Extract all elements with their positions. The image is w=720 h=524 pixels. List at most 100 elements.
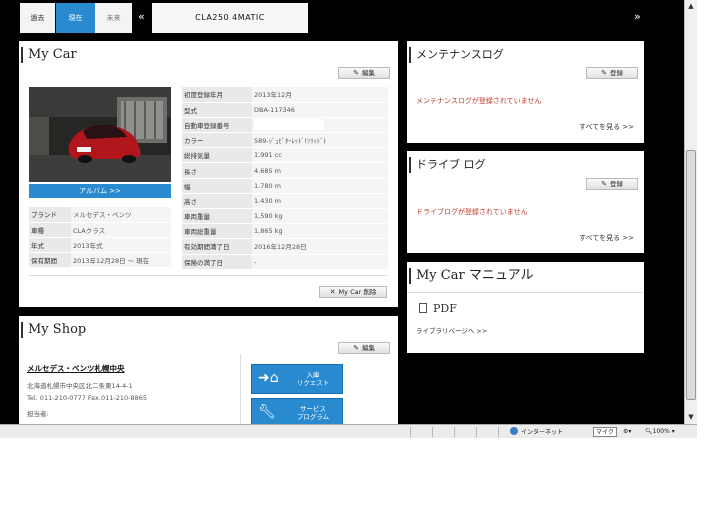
spec-value: 1,991 cc — [252, 147, 388, 164]
spec-label: 長さ — [182, 162, 252, 179]
status-segment — [410, 427, 411, 437]
pdf-link[interactable]: PDF — [419, 302, 457, 315]
service-program-line2: プログラム — [296, 413, 330, 421]
drive-register-button[interactable]: ✎ 登録 — [586, 178, 638, 190]
manual-title: My Car マニュアル — [409, 268, 533, 284]
plate-number-box — [254, 119, 324, 131]
status-segment — [432, 427, 433, 437]
manual-panel: My Car マニュアル PDF ライブラリページへ >> — [407, 262, 644, 353]
maintenance-see-all-link[interactable]: すべてを見る >> — [579, 122, 634, 132]
spec-label: 保険の満了日 — [182, 254, 252, 270]
spec-value: - — [252, 254, 388, 270]
maintenance-register-button[interactable]: ✎ 登録 — [586, 67, 638, 79]
table-row: 長さ 4.685 m — [182, 162, 388, 179]
myshop-edit-button[interactable]: ✎ 編集 — [338, 342, 390, 354]
scroll-down-icon[interactable]: ▼ — [685, 411, 697, 423]
model-label: 車種 — [29, 222, 71, 238]
spec-value: 2013年12月 — [252, 87, 388, 103]
ime-indicator[interactable]: マイク — [593, 427, 617, 437]
document-icon — [419, 303, 427, 313]
spec-label: 初度登録年月 — [182, 87, 252, 103]
table-row: 保険の満了日 - — [182, 254, 388, 270]
pencil-icon: ✎ — [601, 69, 607, 77]
service-program-text: サービス プログラム — [288, 405, 338, 421]
spec-label: 自動車登録番号 — [182, 117, 252, 134]
drive-see-all-link[interactable]: すべてを見る >> — [579, 233, 634, 243]
scroll-up-icon[interactable]: ▲ — [685, 0, 697, 12]
mycar-delete-button[interactable]: ✕ My Car 削除 — [319, 286, 387, 298]
status-segment — [498, 427, 499, 437]
shop-tel: Tel. 011-210-0777 Fax.011-210-8865 — [27, 394, 147, 402]
spec-value: 1,865 kg — [252, 223, 388, 240]
year-label: 年式 — [29, 237, 71, 254]
close-icon: ✕ — [329, 288, 336, 296]
mycar-edit-button[interactable]: ✎ 編集 — [338, 67, 390, 79]
table-row: 車両総重量 1,865 kg — [182, 223, 388, 240]
vertical-scrollbar[interactable]: ▲ ▼ — [684, 0, 697, 424]
plate-number-value — [252, 117, 388, 134]
service-program-button[interactable]: 🔧︎ サービス プログラム — [251, 398, 343, 424]
basic-info-table: ブランド メルセデス・ベンツ 車種 CLAクラス 年式 2013年式 保有期間 … — [29, 207, 171, 269]
library-link[interactable]: ライブラリページへ >> — [416, 325, 487, 335]
shop-divider — [240, 354, 241, 424]
garage-house-icon: ➜⌂ — [258, 370, 279, 386]
pencil-icon: ✎ — [601, 180, 607, 188]
spec-label: カラー — [182, 132, 252, 149]
service-request-line2: リクエスト — [296, 379, 330, 387]
next-car-arrow-icon[interactable]: » — [634, 10, 641, 23]
protected-mode-icon[interactable]: ⚙▾ — [623, 427, 631, 437]
spec-value: DBA-117346 — [252, 102, 388, 118]
table-row: 幅 1.780 m — [182, 178, 388, 194]
table-row: 有効期間満了日 2016年12月28日 — [182, 238, 388, 255]
service-request-button[interactable]: ➜⌂ 入庫 リクエスト — [251, 364, 343, 394]
window-right-margin — [697, 0, 720, 424]
spec-label: 型式 — [182, 102, 252, 118]
status-bar: インターネット マイク ⚙▾ 🔍︎100% ▾ — [0, 424, 697, 438]
tab-past[interactable]: 過去 — [20, 3, 55, 33]
prev-car-arrow-icon[interactable]: « — [138, 10, 145, 23]
zoom-control[interactable]: 🔍︎100% ▾ — [645, 427, 675, 437]
car-photo[interactable] — [29, 87, 171, 182]
maintenance-register-label: 登録 — [609, 69, 623, 77]
myshop-edit-label: 編集 — [361, 344, 375, 352]
spec-label: 総排気量 — [182, 147, 252, 164]
drive-register-label: 登録 — [609, 180, 623, 188]
myshop-panel: My Shop ✎ 編集 メルセデス・ベンツ札幌中央 北海道札幌市中央区北二条東1… — [19, 316, 398, 424]
spec-value: 2016年12月28日 — [252, 238, 388, 255]
brand-value: メルセデス・ベンツ — [71, 207, 171, 223]
drive-log-panel: ドライブ ログ ✎ 登録 ドライブログが登録されていません すべてを見る >> — [407, 151, 644, 253]
shop-address: 北海道札幌市中央区北二条東14-4-1 — [27, 382, 133, 390]
table-row: 年式 2013年式 — [29, 237, 171, 254]
car-model-title: CLA250 4MATIC — [152, 3, 308, 33]
myshop-title: My Shop — [21, 322, 86, 338]
scrollbar-thumb[interactable] — [686, 150, 696, 400]
service-request-text: 入庫 リクエスト — [288, 371, 338, 387]
maintenance-panel: メンテナンスログ ✎ 登録 メンテナンスログが登録されていません すべてを見る >… — [407, 41, 644, 143]
spec-value: 1,590 kg — [252, 208, 388, 225]
table-row: 型式 DBA-117346 — [182, 102, 388, 118]
maintenance-empty-message: メンテナンスログが登録されていません — [416, 97, 542, 105]
globe-icon — [510, 427, 518, 435]
drive-log-title: ドライブ ログ — [409, 157, 486, 173]
mycar-delete-label: My Car 削除 — [338, 288, 377, 296]
year-value: 2013年式 — [71, 237, 171, 254]
status-segment — [476, 427, 477, 437]
internet-zone: インターネット — [510, 427, 563, 437]
album-button[interactable]: アルバム >> — [29, 184, 171, 198]
table-row: ブランド メルセデス・ベンツ — [29, 207, 171, 223]
zoom-level: 100% — [652, 428, 670, 435]
table-row: 車両重量 1,590 kg — [182, 208, 388, 225]
status-segment — [454, 427, 455, 437]
spec-label: 有効期間満了日 — [182, 238, 252, 255]
table-row: 総排気量 1,991 cc — [182, 147, 388, 164]
spec-value: 589-ｼﾞｭﾋﾟﾀｰﾚｯﾄﾞ(ｿﾘｯﾄﾞ) — [252, 132, 388, 149]
table-row: カラー 589-ｼﾞｭﾋﾟﾀｰﾚｯﾄﾞ(ｿﾘｯﾄﾞ) — [182, 132, 388, 149]
spec-value: 1.780 m — [252, 178, 388, 194]
tab-present[interactable]: 現在 — [56, 3, 95, 33]
shop-name-link[interactable]: メルセデス・ベンツ札幌中央 — [27, 363, 125, 374]
ownership-label: 保有期間 — [29, 252, 71, 269]
spec-label: 車両重量 — [182, 208, 252, 225]
mycar-panel: My Car ✎ 編集 アルバム >> ブランド メルセデス・ベンツ 車種 CL… — [19, 41, 398, 307]
spec-value: 1.430 m — [252, 193, 388, 210]
tab-future[interactable]: 未来 — [95, 3, 132, 33]
